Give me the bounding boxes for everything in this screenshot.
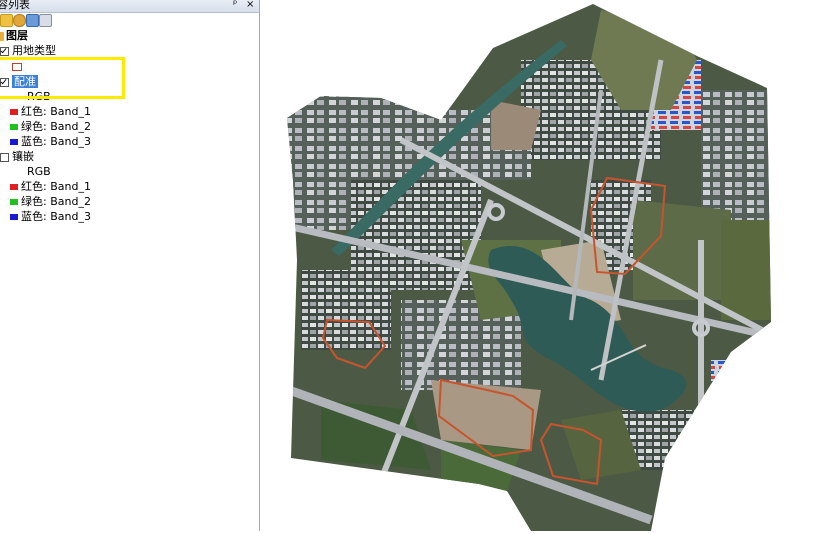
layer-name: 镶嵌 [12, 150, 34, 163]
red-swatch-icon[interactable] [10, 109, 18, 115]
layer-tree: 图层 用地类型 配准 RGB 红色: Band_1 绿色: Band_2 蓝色:… [0, 28, 259, 531]
list-by-visibility-icon[interactable] [26, 14, 39, 27]
band-label: 绿色: Band_2 [21, 120, 91, 133]
layer-name: 用地类型 [12, 44, 56, 57]
render-mode-label: RGB [27, 165, 51, 178]
blue-swatch-icon[interactable] [10, 214, 18, 220]
toc-title-bar: 容列表 ᵖ × [0, 0, 259, 13]
map-view[interactable] [261, 0, 831, 531]
list-by-source-icon[interactable] [13, 14, 26, 27]
band-row-green: 绿色: Band_2 [10, 194, 91, 209]
table-of-contents-panel: 容列表 ᵖ × 图层 用地类型 配准 RGB 红色: Band_1 绿色: Ba… [0, 0, 260, 531]
band-label: 绿色: Band_2 [21, 195, 91, 208]
list-by-drawing-order-icon[interactable] [0, 14, 13, 27]
pin-icon[interactable]: ᵖ [233, 0, 237, 12]
list-by-selection-icon[interactable] [39, 14, 52, 27]
close-icon[interactable]: × [246, 0, 254, 12]
green-swatch-icon[interactable] [10, 199, 18, 205]
toc-toolbar [0, 13, 60, 27]
band-label: 蓝色: Band_3 [21, 135, 91, 148]
layer-visibility-checkbox[interactable] [0, 46, 9, 56]
band-label: 蓝色: Band_3 [21, 210, 91, 223]
blue-swatch-icon[interactable] [10, 139, 18, 145]
band-row-blue: 蓝色: Band_3 [10, 209, 91, 224]
band-row-red: 红色: Band_1 [10, 179, 91, 194]
band-row-red: 红色: Band_1 [10, 104, 91, 119]
orthophoto [287, 4, 771, 531]
band-label: 红色: Band_1 [21, 105, 91, 118]
layer-visibility-checkbox[interactable] [0, 152, 9, 162]
layers-folder-icon [0, 31, 4, 41]
band-row-blue: 蓝色: Band_3 [10, 134, 91, 149]
layer-item-mosaic[interactable]: 镶嵌 [0, 149, 34, 164]
layers-root-label: 图层 [6, 29, 28, 42]
highlight-annotation-box [0, 57, 125, 99]
band-label: 红色: Band_1 [21, 180, 91, 193]
red-swatch-icon[interactable] [10, 184, 18, 190]
band-row-green: 绿色: Band_2 [10, 119, 91, 134]
layer-item-landuse[interactable]: 用地类型 [0, 43, 56, 58]
layers-root[interactable]: 图层 [0, 28, 28, 43]
toc-title: 容列表 [0, 0, 30, 11]
green-swatch-icon[interactable] [10, 124, 18, 130]
satellite-image-canvas[interactable] [261, 0, 831, 531]
